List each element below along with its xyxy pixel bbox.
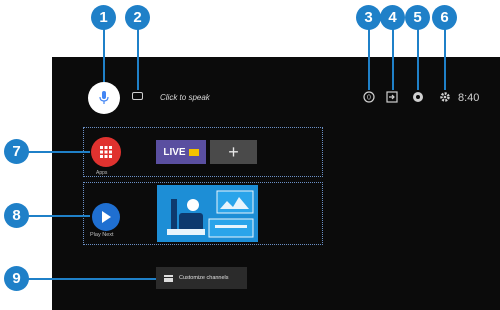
callout-line-4 <box>392 28 394 90</box>
apps-grid-icon <box>100 146 112 158</box>
callout-line-5 <box>417 28 419 90</box>
settings-gear-icon[interactable] <box>439 91 451 103</box>
clock: 8:40 <box>458 92 480 104</box>
callout-line-7 <box>28 151 90 153</box>
voice-hint-text: Click to speak <box>160 93 210 102</box>
voice-search-button[interactable] <box>88 82 120 114</box>
play-icon <box>102 211 111 223</box>
tv-badge-icon <box>188 148 199 156</box>
microphone-icon <box>99 91 109 104</box>
live-tile-label: LIVE <box>163 146 186 158</box>
callout-badge-2: 2 <box>125 5 150 30</box>
list-icon <box>164 274 173 282</box>
callout-badge-6: 6 <box>432 5 457 30</box>
callout-line-3 <box>368 28 370 90</box>
network-icon[interactable] <box>412 91 424 103</box>
callout-line-8 <box>28 215 90 217</box>
thumbnail-illustration <box>157 185 258 242</box>
input-source-icon[interactable] <box>386 91 398 103</box>
callout-badge-9: 9 <box>4 266 29 291</box>
play-next-label: Play Next <box>90 232 114 238</box>
customize-channels-label: Customize channels <box>179 275 229 281</box>
callout-line-6 <box>444 28 446 90</box>
callout-badge-5: 5 <box>405 5 430 30</box>
notifications-icon[interactable]: 0 <box>363 91 375 103</box>
customize-channels-button[interactable]: Customize channels <box>156 267 247 289</box>
callout-badge-3: 3 <box>356 5 381 30</box>
keyboard-icon[interactable] <box>132 92 143 100</box>
play-next-button[interactable] <box>92 203 120 231</box>
callout-badge-4: 4 <box>380 5 405 30</box>
svg-text:0: 0 <box>367 95 371 102</box>
apps-button[interactable] <box>91 137 121 167</box>
callout-line-1 <box>103 28 105 82</box>
callout-badge-1: 1 <box>91 5 116 30</box>
live-channels-tile[interactable]: LIVE <box>156 140 206 164</box>
add-app-tile[interactable]: + <box>210 140 257 164</box>
callout-line-9 <box>28 278 156 280</box>
callout-line-2 <box>137 28 139 90</box>
apps-label: Apps <box>96 170 108 176</box>
callout-badge-7: 7 <box>4 139 29 164</box>
callout-badge-8: 8 <box>4 203 29 228</box>
play-next-thumbnail[interactable] <box>157 185 258 242</box>
